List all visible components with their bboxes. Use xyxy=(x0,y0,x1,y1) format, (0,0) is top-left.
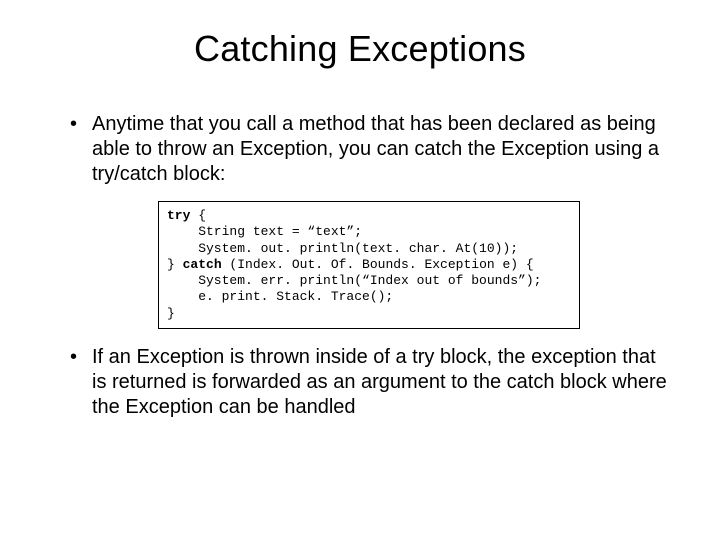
code-keyword-try: try xyxy=(167,208,190,223)
bullet-item: If an Exception is thrown inside of a tr… xyxy=(70,345,670,420)
code-text: { xyxy=(190,208,206,223)
page-title: Catching Exceptions xyxy=(40,28,680,70)
bullet-list: Anytime that you call a method that has … xyxy=(70,112,670,187)
slide: Catching Exceptions Anytime that you cal… xyxy=(0,0,720,540)
code-text: String text = “text”; xyxy=(167,224,362,239)
code-text: System. err. println(“Index out of bound… xyxy=(167,273,541,288)
code-text: System. out. println(text. char. At(10))… xyxy=(167,241,518,256)
code-text: (Index. Out. Of. Bounds. Exception e) { xyxy=(222,257,534,272)
bullet-item: Anytime that you call a method that has … xyxy=(70,112,670,187)
code-text: } xyxy=(167,306,175,321)
code-text: } xyxy=(167,257,183,272)
code-text: e. print. Stack. Trace(); xyxy=(167,289,393,304)
bullet-list: If an Exception is thrown inside of a tr… xyxy=(70,345,670,420)
code-block: try { String text = “text”; System. out.… xyxy=(158,201,580,329)
code-keyword-catch: catch xyxy=(183,257,222,272)
